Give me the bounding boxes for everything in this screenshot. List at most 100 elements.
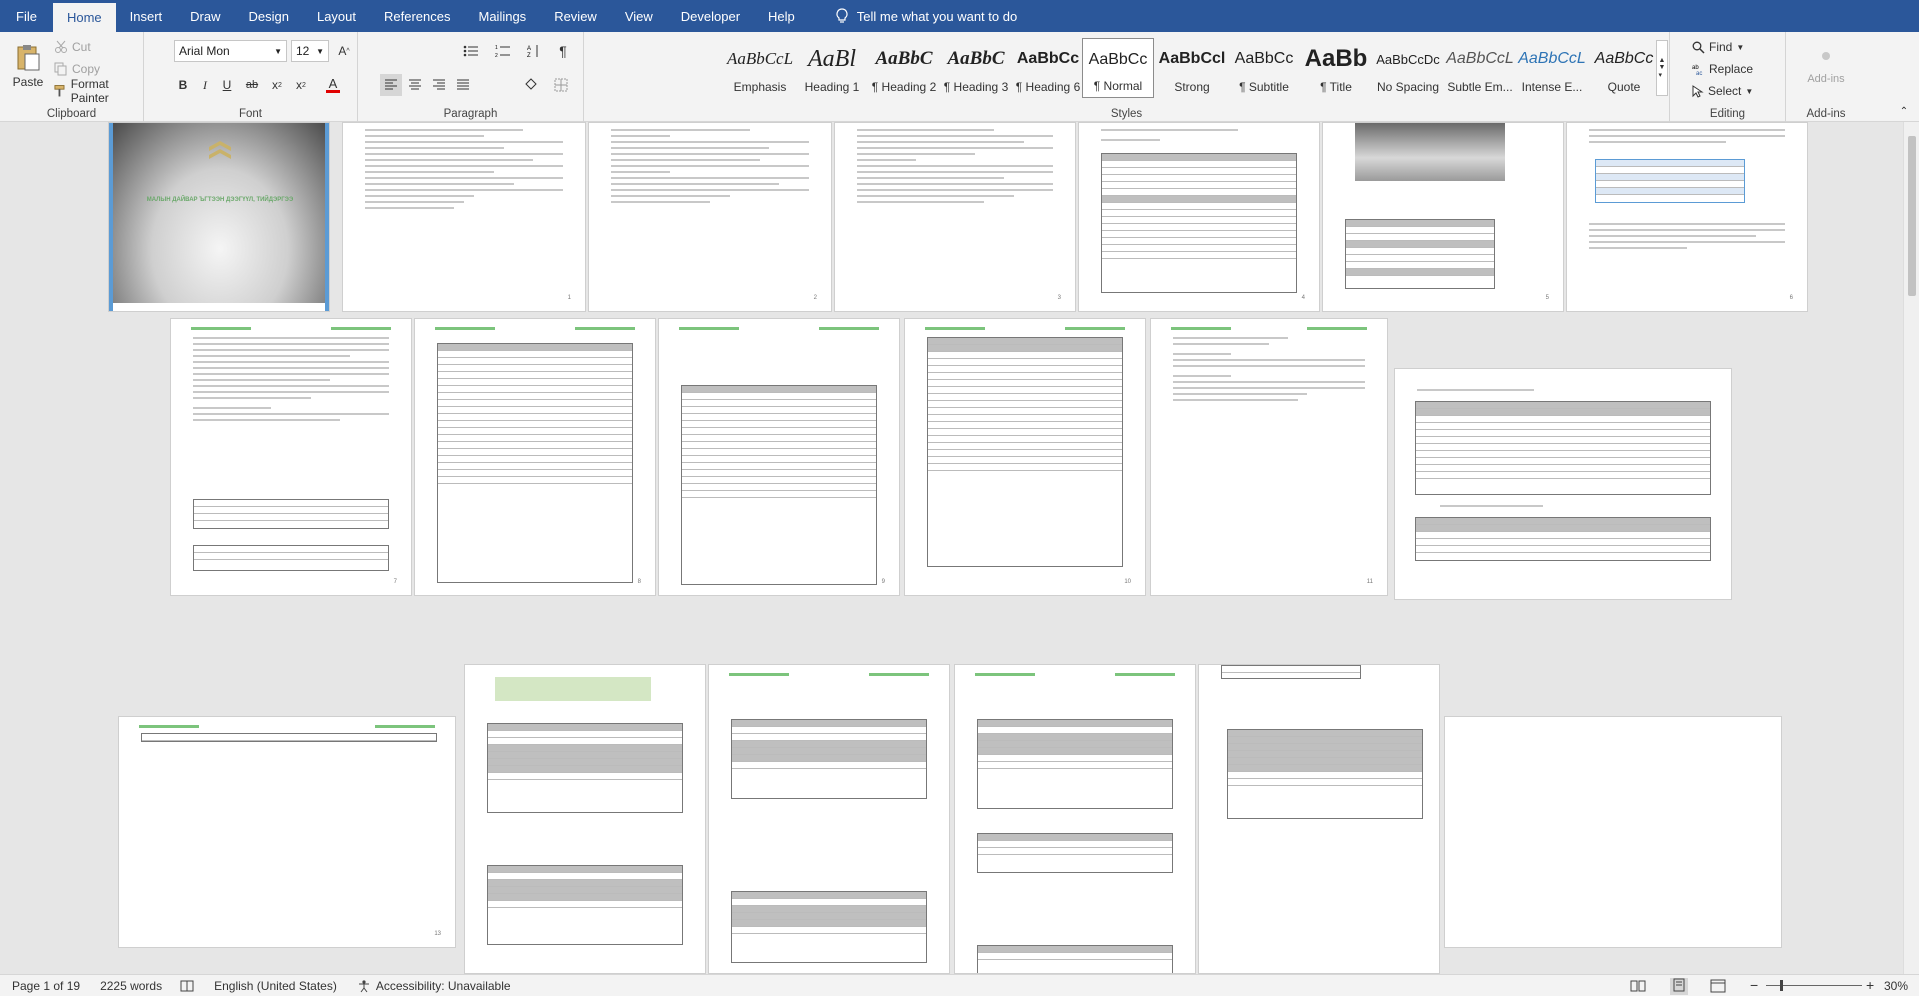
paste-label: Paste — [12, 75, 44, 89]
strikethrough-button[interactable]: ab — [240, 74, 264, 96]
language-status[interactable]: English (United States) — [214, 979, 337, 993]
tab-mailings[interactable]: Mailings — [465, 0, 541, 32]
font-name-box[interactable]: Arial Mon ▼ — [174, 40, 287, 62]
borders-button[interactable] — [548, 74, 574, 96]
find-button[interactable]: Find ▼ — [1692, 36, 1744, 58]
tab-home[interactable]: Home — [52, 3, 116, 32]
page-18[interactable] — [1444, 716, 1782, 948]
style-heading-6[interactable]: AaBbCc ¶ Heading 6 — [1012, 38, 1084, 98]
page-3[interactable]: 3 — [834, 122, 1076, 312]
page-14[interactable] — [464, 664, 706, 974]
show-marks-button[interactable]: ¶ — [552, 40, 574, 62]
underline-button[interactable]: U — [216, 74, 238, 96]
style-title[interactable]: AaBb ¶ Title — [1300, 38, 1372, 98]
page-12[interactable] — [1394, 368, 1732, 600]
align-right-button[interactable] — [428, 74, 450, 96]
chevron-down-icon: ▼ — [274, 46, 282, 56]
addins-group: Add-ins Add-ins — [1786, 32, 1866, 122]
align-center-button[interactable] — [404, 74, 426, 96]
collapse-ribbon-button[interactable]: ⌃ — [1896, 104, 1912, 118]
page-4[interactable]: 4 — [1078, 122, 1320, 312]
page-2[interactable]: 2 — [588, 122, 832, 312]
page-text — [611, 129, 809, 207]
addins-button[interactable]: Add-ins — [1796, 38, 1856, 94]
font-color-button[interactable]: A — [318, 74, 348, 96]
style-normal[interactable]: AaBbCc ¶ Normal — [1082, 38, 1154, 98]
tab-review[interactable]: Review — [540, 0, 611, 32]
page-text — [1101, 129, 1297, 145]
style-heading-1[interactable]: AaBl Heading 1 — [796, 38, 868, 98]
tell-me-box[interactable]: Tell me what you want to do — [809, 0, 1017, 32]
style-strong[interactable]: AaBbCcl Strong — [1156, 38, 1228, 98]
read-mode-icon[interactable] — [1630, 979, 1646, 996]
sort-button[interactable]: AZ — [522, 40, 546, 62]
page-6[interactable]: 6 — [1566, 122, 1808, 312]
subscript-button[interactable]: x2 — [266, 74, 288, 96]
page-16[interactable] — [954, 664, 1196, 974]
tab-help[interactable]: Help — [754, 0, 809, 32]
tab-file[interactable]: File — [0, 0, 53, 32]
scroll-thumb[interactable] — [1908, 136, 1916, 296]
zoom-level[interactable]: 30% — [1884, 979, 1908, 993]
tab-design[interactable]: Design — [235, 0, 303, 32]
page-15[interactable] — [708, 664, 950, 974]
styles-scroll[interactable]: ▲ ▼ ▾ — [1656, 40, 1668, 96]
bullets-button[interactable] — [458, 40, 484, 62]
zoom-in-button[interactable]: + — [1866, 977, 1874, 993]
page-13[interactable]: 13 — [118, 716, 456, 948]
vertical-scrollbar[interactable] — [1903, 122, 1919, 974]
page-cover[interactable]: МАЛЫН ДАЙВАР ЪГТЭЭН ДЭЭГҮҮЛ, ТИЙДЭРГЭЭ — [108, 122, 330, 312]
tab-developer[interactable]: Developer — [667, 0, 754, 32]
style-name: Emphasis — [733, 80, 787, 94]
style-subtle-emphasis[interactable]: AaBbCcL Subtle Em... — [1444, 38, 1516, 98]
web-layout-icon[interactable] — [1710, 979, 1726, 996]
style-emphasis[interactable]: AaBbCcL Emphasis — [724, 38, 796, 98]
numbering-button[interactable]: 12 — [490, 40, 516, 62]
font-size-box[interactable]: 12 ▼ — [291, 40, 329, 62]
page-7[interactable]: 7 — [170, 318, 412, 596]
tab-references[interactable]: References — [370, 0, 464, 32]
format-painter-button[interactable]: Format Painter — [54, 77, 143, 105]
style-heading-2[interactable]: AaBbC ¶ Heading 2 — [868, 38, 940, 98]
select-button[interactable]: Select ▼ — [1692, 80, 1753, 102]
superscript-button[interactable]: x2 — [290, 74, 312, 96]
paste-icon — [17, 45, 40, 71]
replace-button[interactable]: ab ac Replace — [1692, 58, 1753, 80]
document-area[interactable]: МАЛЫН ДАЙВАР ЪГТЭЭН ДЭЭГҮҮЛ, ТИЙДЭРГЭЭ 1… — [0, 122, 1903, 974]
justify-button[interactable] — [452, 74, 474, 96]
shading-button[interactable] — [518, 74, 544, 96]
align-left-button[interactable] — [380, 74, 402, 96]
style-quote[interactable]: AaBbCc Quote — [1588, 38, 1660, 98]
zoom-out-button[interactable]: − — [1750, 977, 1758, 993]
page-header — [1171, 327, 1367, 333]
grow-font-button[interactable]: A ^ — [336, 40, 352, 62]
tab-draw[interactable]: Draw — [176, 0, 234, 32]
word-count[interactable]: 2225 words — [100, 979, 162, 993]
style-heading-3[interactable]: AaBbC ¶ Heading 3 — [940, 38, 1012, 98]
tab-view[interactable]: View — [611, 0, 667, 32]
style-no-spacing[interactable]: AaBbCcDc No Spacing — [1372, 38, 1444, 98]
page-11[interactable]: 11 — [1150, 318, 1388, 596]
cut-button[interactable]: Cut — [54, 36, 91, 58]
page-5[interactable]: 5 — [1322, 122, 1564, 312]
page-count[interactable]: Page 1 of 19 — [12, 979, 80, 993]
proofing-status[interactable] — [180, 980, 194, 992]
style-sample: AaBbCcDc — [1376, 51, 1440, 67]
page-17[interactable] — [1198, 664, 1440, 974]
page-10[interactable]: 10 — [904, 318, 1146, 596]
italic-button[interactable]: I — [194, 74, 216, 96]
tab-layout[interactable]: Layout — [303, 0, 370, 32]
zoom-slider-thumb[interactable] — [1780, 980, 1783, 991]
section-heading-box — [495, 677, 651, 701]
bold-button[interactable]: B — [172, 74, 194, 96]
page-9[interactable]: 9 — [658, 318, 900, 596]
style-subtitle[interactable]: AaBbCc ¶ Subtitle — [1228, 38, 1300, 98]
addins-group-label: Add-ins — [1806, 108, 1846, 120]
style-intense-emphasis[interactable]: AaBbCcL Intense E... — [1516, 38, 1588, 98]
print-layout-icon[interactable] — [1670, 978, 1688, 995]
paste-button[interactable]: Paste — [6, 36, 50, 96]
page-1[interactable]: 1 — [342, 122, 586, 312]
page-8[interactable]: 8 — [414, 318, 656, 596]
accessibility-status[interactable]: Accessibility: Unavailable — [357, 979, 511, 993]
tab-insert[interactable]: Insert — [116, 0, 177, 32]
